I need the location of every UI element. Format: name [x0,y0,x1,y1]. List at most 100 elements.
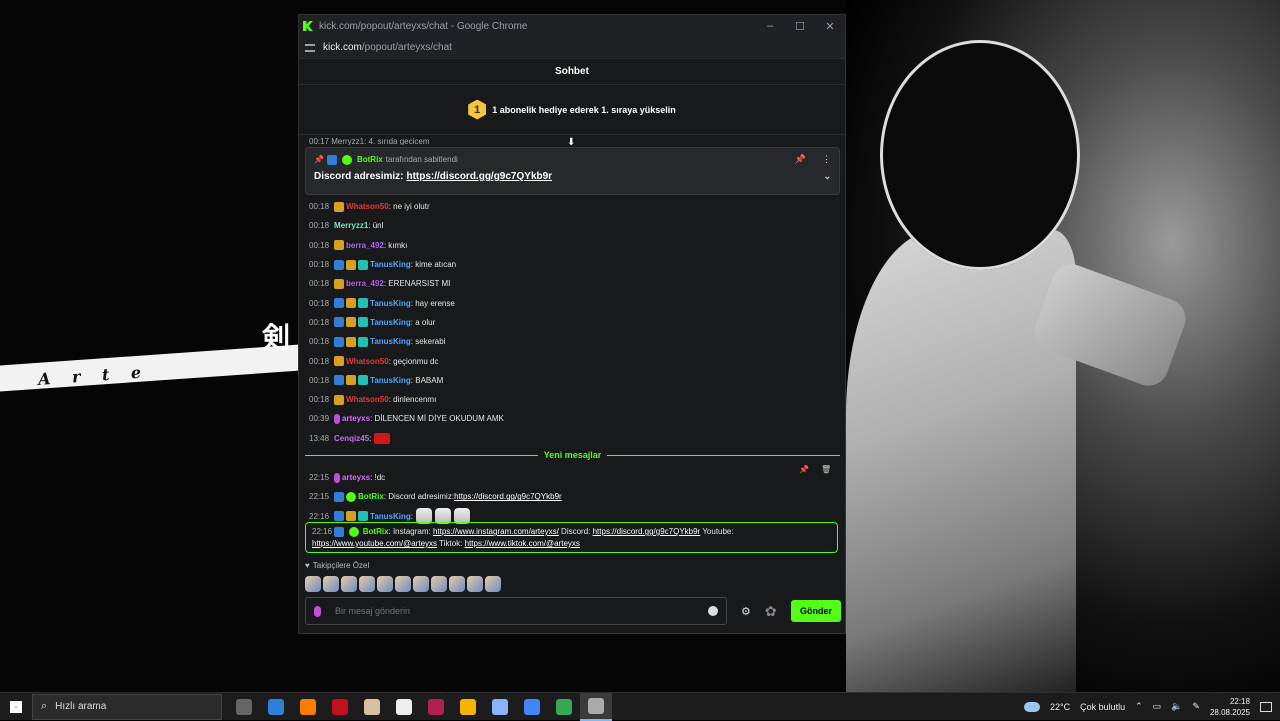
emoji-picker-icon[interactable] [708,606,718,616]
pinned-discord-link[interactable]: https://discord.gg/g9c7QYkb9r [406,171,552,182]
taskbar-chrome-button[interactable] [452,693,484,721]
discord-link[interactable]: https://discord.gg/g9c7QYkb9r [454,492,562,501]
chat-input[interactable] [335,606,708,616]
username[interactable]: TanusKing [370,376,411,385]
username[interactable]: TanusKing [370,299,411,308]
follower-emote[interactable] [377,576,393,592]
follower-emote[interactable] [431,576,447,592]
chat-message[interactable]: 00:18 Whatson50: ne iyi olutr [309,197,839,216]
gear-icon[interactable]: ⚙ [741,605,751,618]
flag-emote [374,432,391,444]
follower-emote[interactable] [395,576,411,592]
search-placeholder: Hızlı arama [55,701,107,712]
chat-message[interactable]: 00:18 TanusKing: kime atıcan [309,255,839,274]
youtube-link[interactable]: https://www.youtube.com/@arteyxs [312,539,437,548]
taskbar-capcut-button[interactable] [388,693,420,721]
channel-points-icon[interactable]: ✿ [765,603,777,620]
timestamp: 00:18 [309,202,330,212]
site-info-icon[interactable] [305,43,315,52]
username[interactable]: berra_492 [346,279,384,288]
follower-emote[interactable] [467,576,483,592]
chevron-down-icon[interactable]: ⌄ [823,171,831,182]
pen-icon[interactable]: ✎ [1192,701,1200,712]
minimize-button[interactable]: – [755,20,785,33]
weather-text[interactable]: Çok bulutlu [1080,702,1125,712]
taskbar-chrome-profile-button[interactable] [516,693,548,721]
username[interactable]: TanusKing [370,337,411,346]
weather-temp[interactable]: 22°C [1050,702,1070,712]
tiktok-link[interactable]: https://www.tiktok.com/@arteyxs [465,539,580,548]
send-button[interactable]: Gönder [791,600,841,622]
discord-link[interactable]: https://discord.gg/g9c7QYkb9r [593,527,701,536]
chat-message[interactable]: 00:39 arteyxs: DİLENCEN Mİ DİYE OKUDUM AM… [309,409,839,428]
taskbar-obs-button[interactable] [580,692,612,721]
unpin-icon[interactable]: 📌 [795,154,806,165]
chat-input-box[interactable] [305,597,727,625]
taskbar-notepad-button[interactable] [484,693,516,721]
chat-message[interactable]: 00:18 TanusKing: hay erense [309,293,839,312]
username[interactable]: arteyxs [342,473,370,482]
chat-message[interactable]: 00:18 Merryzz1: ünl [309,216,839,235]
taskbar-task-view-button[interactable] [228,693,260,721]
mic-icon[interactable] [314,605,321,617]
username[interactable]: arteyxs [342,414,370,423]
maximize-button[interactable]: ☐ [785,20,815,33]
address-bar[interactable]: kick.com /popout/arteyxs/chat [299,37,845,59]
chat-message[interactable]: 00:18 TanusKing: sekerabi [309,332,839,351]
username[interactable]: TanusKing [370,260,411,269]
username[interactable]: Merryzz1 [334,221,368,230]
taskbar-illustrator-button[interactable] [292,693,324,721]
chat-message[interactable]: 00:18 TanusKing: a olur [309,313,839,332]
chat-message[interactable]: 13:48 Cenqiz45: [309,429,839,448]
username[interactable]: BotRix [358,492,384,501]
username[interactable]: Whatson50 [346,202,389,211]
pinned-message[interactable]: 📌 BotRix tarafından sabitlendi 📌 ⋮ Disco… [305,147,840,195]
window-titlebar[interactable]: kick.com/popout/arteyxs/chat - Google Ch… [299,15,845,37]
username[interactable]: Whatson50 [346,395,389,404]
taskbar-kick-app-button[interactable] [420,693,452,721]
username[interactable]: BotRix [363,527,389,536]
taskbar-search[interactable]: ⌕ Hızlı arama [32,693,222,720]
taskbar-chrome-2-button[interactable] [548,693,580,721]
taskbar-app-red-button[interactable] [324,693,356,721]
follower-emote[interactable] [341,576,357,592]
chrome-popout-window[interactable]: kick.com/popout/arteyxs/chat - Google Ch… [298,14,846,634]
crown-badge-icon [334,394,345,405]
volume-icon[interactable]: 🔈 [1171,701,1182,712]
chat-message[interactable]: 22:15 BotRix: Discord adresimiz: https://… [309,487,839,506]
cloud-icon[interactable] [1023,701,1040,712]
username[interactable]: Cenqiz45 [334,434,369,443]
username[interactable]: TanusKing [370,318,411,327]
notifications-icon[interactable] [1260,701,1272,712]
instagram-link[interactable]: https://www.instagram.com/arteyxs/ [433,527,559,536]
taskbar-app-blue-button[interactable] [260,693,292,721]
chat-message[interactable]: 00:18 Whatson50: geçionmu dc [309,351,839,370]
taskbar-app-anime-button[interactable] [356,693,388,721]
follower-emote[interactable] [449,576,465,592]
username[interactable]: berra_492 [346,241,384,250]
chat-message[interactable]: 22:15 arteyxs: !dc [309,468,839,487]
timestamp: 00:18 [309,337,330,347]
clock[interactable]: 22:18 28.08.2025 [1210,696,1250,718]
highlighted-message[interactable]: 22:16 BotRix: Instagram: https://www.ins… [305,522,838,553]
follower-emote[interactable] [359,576,375,592]
chat-message[interactable]: 00:18 berra_492: ERENARSIST MI [309,274,839,293]
network-icon[interactable]: ▭ [1153,701,1162,712]
username[interactable]: Whatson50 [346,357,389,366]
gift-leaderboard-banner[interactable]: 1 1 abonelik hediye ederek 1. sıraya yük… [299,85,845,135]
follower-emote[interactable] [485,576,501,592]
chat-message[interactable]: 00:18 Whatson50: dinlencenmı [309,390,839,409]
chat-messages[interactable]: 00:17 Merryzz1: 4. sırıda gecicem ⬇ 📌 Bo… [299,135,845,547]
follower-emote[interactable] [413,576,429,592]
follower-emote[interactable] [323,576,339,592]
chat-message[interactable]: 00:18 berra_492: kımkı [309,236,839,255]
chevron-up-icon[interactable]: ⌃ [1135,701,1143,712]
pinned-by-user[interactable]: BotRix [357,155,383,164]
username[interactable]: TanusKing [370,512,411,521]
date: 28.08.2025 [1209,707,1250,717]
follower-emote[interactable] [305,576,321,592]
chat-message[interactable]: 00:18 TanusKing: BABAM [309,371,839,390]
start-button[interactable] [0,693,32,721]
more-options-icon[interactable]: ⋮ [822,154,831,165]
close-button[interactable]: ✕ [815,20,845,33]
